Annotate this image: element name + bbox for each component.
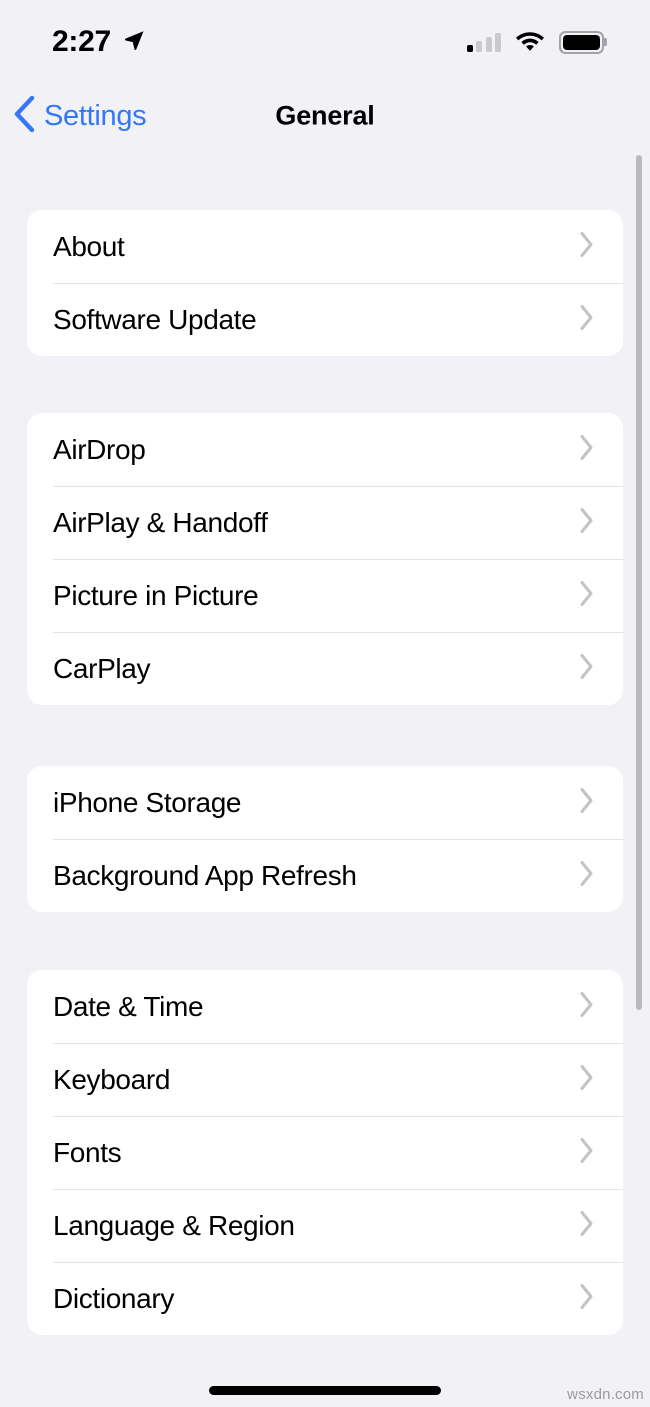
settings-row-date-time[interactable]: Date & Time (27, 970, 623, 1043)
chevron-right-icon (579, 786, 595, 819)
page-title: General (275, 100, 375, 131)
navigation-bar: Settings General (0, 80, 650, 152)
settings-row-picture-in-picture[interactable]: Picture in Picture (27, 559, 623, 632)
settings-row-label: Background App Refresh (53, 859, 357, 891)
settings-row-label: Dictionary (53, 1282, 174, 1314)
scrollbar-track[interactable] (636, 152, 642, 1407)
settings-group-1: About Software Update (27, 210, 623, 356)
settings-row-keyboard[interactable]: Keyboard (27, 1043, 623, 1116)
home-indicator[interactable] (209, 1386, 441, 1395)
chevron-right-icon (579, 433, 595, 466)
settings-row-carplay[interactable]: CarPlay (27, 632, 623, 705)
settings-list[interactable]: About Software Update AirDrop AirPlay & … (0, 152, 650, 1407)
settings-row-label: Software Update (53, 303, 257, 335)
settings-row-label: Fonts (53, 1136, 122, 1168)
chevron-right-icon (579, 303, 595, 336)
settings-row-about[interactable]: About (27, 210, 623, 283)
settings-row-dictionary[interactable]: Dictionary (27, 1262, 623, 1335)
cellular-signal-icon (466, 32, 501, 52)
chevron-right-icon (579, 506, 595, 539)
status-bar-right (466, 29, 604, 56)
location-arrow-icon (122, 28, 146, 57)
settings-row-iphone-storage[interactable]: iPhone Storage (27, 766, 623, 839)
settings-row-software-update[interactable]: Software Update (27, 283, 623, 356)
settings-row-airdrop[interactable]: AirDrop (27, 413, 623, 486)
settings-row-label: AirPlay & Handoff (53, 506, 268, 538)
settings-group-3: iPhone Storage Background App Refresh (27, 766, 623, 912)
status-bar: 2:27 (0, 0, 650, 80)
chevron-right-icon (579, 652, 595, 685)
chevron-right-icon (579, 990, 595, 1023)
settings-group-4: Date & Time Keyboard Fonts Language & Re… (27, 970, 623, 1335)
settings-row-label: AirDrop (53, 433, 146, 465)
settings-row-airplay-handoff[interactable]: AirPlay & Handoff (27, 486, 623, 559)
settings-row-background-app-refresh[interactable]: Background App Refresh (27, 839, 623, 912)
settings-row-label: Date & Time (53, 990, 204, 1022)
settings-row-label: About (53, 230, 125, 262)
chevron-right-icon (579, 1282, 595, 1315)
settings-group-2: AirDrop AirPlay & Handoff Picture in Pic… (27, 413, 623, 705)
chevron-right-icon (579, 1209, 595, 1242)
settings-row-fonts[interactable]: Fonts (27, 1116, 623, 1189)
chevron-right-icon (579, 1063, 595, 1096)
status-time: 2:27 (52, 25, 111, 58)
settings-row-label: iPhone Storage (53, 786, 242, 818)
settings-row-language-region[interactable]: Language & Region (27, 1189, 623, 1262)
chevron-right-icon (579, 1136, 595, 1169)
settings-row-label: Language & Region (53, 1209, 295, 1241)
status-bar-left: 2:27 (52, 25, 146, 59)
wifi-icon (515, 29, 545, 56)
settings-row-label: CarPlay (53, 652, 151, 684)
chevron-right-icon (579, 230, 595, 263)
battery-icon (559, 30, 604, 54)
settings-row-label: Keyboard (53, 1063, 171, 1095)
chevron-right-icon (579, 859, 595, 892)
settings-row-label: Picture in Picture (53, 579, 259, 611)
watermark: wsxdn.com (567, 1386, 644, 1403)
chevron-right-icon (579, 579, 595, 612)
scrollbar-thumb[interactable] (636, 155, 642, 1010)
